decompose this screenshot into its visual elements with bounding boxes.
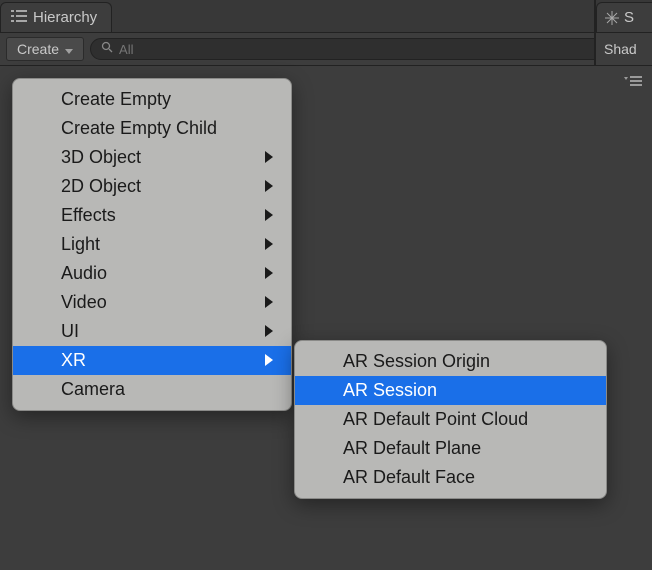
menu-item-create-empty-child[interactable]: Create Empty Child [13, 114, 291, 143]
submenu-arrow-icon [265, 321, 273, 342]
menu-item-label: AR Default Face [343, 467, 475, 488]
menu-item-create-empty[interactable]: Create Empty [13, 85, 291, 114]
menu-item-video[interactable]: Video [13, 288, 291, 317]
menu-item-label: AR Default Point Cloud [343, 409, 528, 430]
submenu-arrow-icon [265, 350, 273, 371]
submenu-item-ar-default-point-cloud[interactable]: AR Default Point Cloud [295, 405, 606, 434]
menu-item-label: Audio [61, 263, 107, 284]
search-icon [101, 40, 113, 58]
create-button-label: Create [17, 41, 59, 57]
hierarchy-tab-label: Hierarchy [33, 9, 97, 26]
scene-grid-icon [605, 11, 619, 25]
scene-tab-label: S [624, 9, 634, 26]
dropdown-caret-icon [65, 41, 73, 57]
shaded-dropdown-fragment[interactable]: Shad [604, 41, 637, 57]
submenu-arrow-icon [265, 147, 273, 168]
menu-item-audio[interactable]: Audio [13, 259, 291, 288]
scene-toolbar: Shad [596, 32, 652, 66]
submenu-arrow-icon [265, 292, 273, 313]
hierarchy-list-icon [11, 9, 27, 27]
submenu-arrow-icon [265, 205, 273, 226]
menu-item-label: AR Default Plane [343, 438, 481, 459]
menu-item-3d-object[interactable]: 3D Object [13, 143, 291, 172]
menu-item-label: 3D Object [61, 147, 141, 168]
menu-item-camera[interactable]: Camera [13, 375, 291, 404]
menu-item-label: Video [61, 292, 107, 313]
menu-item-xr[interactable]: XR [13, 346, 291, 375]
hierarchy-tab-bar: Hierarchy [0, 0, 652, 32]
menu-item-label: Light [61, 234, 100, 255]
hierarchy-tab[interactable]: Hierarchy [0, 2, 112, 32]
menu-item-ui[interactable]: UI [13, 317, 291, 346]
menu-item-2d-object[interactable]: 2D Object [13, 172, 291, 201]
menu-item-label: AR Session [343, 380, 437, 401]
submenu-item-ar-default-face[interactable]: AR Default Face [295, 463, 606, 492]
menu-item-label: UI [61, 321, 79, 342]
submenu-item-ar-session[interactable]: AR Session [295, 376, 606, 405]
panel-options-icon[interactable] [624, 74, 642, 86]
xr-submenu: AR Session Origin AR Session AR Default … [294, 340, 607, 499]
menu-item-label: 2D Object [61, 176, 141, 197]
menu-item-label: Camera [61, 379, 125, 400]
submenu-arrow-icon [265, 263, 273, 284]
submenu-item-ar-default-plane[interactable]: AR Default Plane [295, 434, 606, 463]
menu-item-label: AR Session Origin [343, 351, 490, 372]
scene-tab[interactable]: S [596, 2, 652, 32]
menu-item-effects[interactable]: Effects [13, 201, 291, 230]
search-input[interactable] [119, 42, 635, 57]
submenu-arrow-icon [265, 234, 273, 255]
menu-item-label: XR [61, 350, 86, 371]
menu-item-label: Create Empty Child [61, 118, 217, 139]
scene-tab-bar: S [596, 0, 652, 32]
hierarchy-toolbar: Create [0, 32, 652, 66]
menu-item-label: Create Empty [61, 89, 171, 110]
submenu-arrow-icon [265, 176, 273, 197]
menu-item-light[interactable]: Light [13, 230, 291, 259]
create-context-menu: Create Empty Create Empty Child 3D Objec… [12, 78, 292, 411]
submenu-item-ar-session-origin[interactable]: AR Session Origin [295, 347, 606, 376]
search-field[interactable] [90, 38, 646, 60]
menu-item-label: Effects [61, 205, 116, 226]
create-button[interactable]: Create [6, 37, 84, 61]
